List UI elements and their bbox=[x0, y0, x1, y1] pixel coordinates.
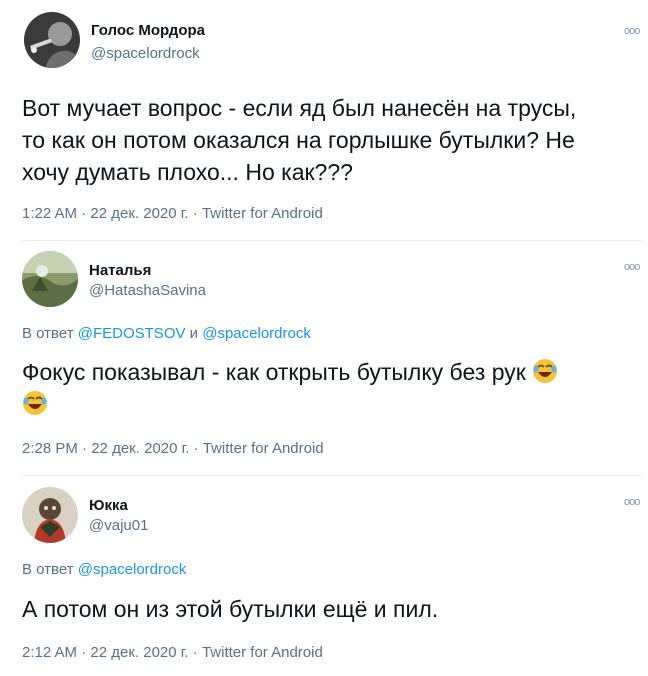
tweet-time[interactable]: 1:22 AM bbox=[22, 205, 77, 222]
tweet-2: Наталья @HatashaSavina ooo В ответ @FEDO… bbox=[0, 240, 648, 475]
meta-dot: · bbox=[193, 440, 199, 457]
tweet-text-line: Вот мучает вопрос - если яд был нанесён … bbox=[22, 95, 577, 121]
more-options-icon[interactable]: ooo bbox=[624, 262, 640, 273]
mention-link[interactable]: @spacelordrock bbox=[202, 325, 311, 342]
reply-prefix: В ответ bbox=[22, 561, 74, 578]
reply-context: В ответ @spacelordrock bbox=[22, 561, 186, 578]
meta-dot: · bbox=[81, 205, 87, 222]
author-name[interactable]: Голос Мордора bbox=[91, 22, 205, 39]
more-options-icon[interactable]: ooo bbox=[624, 497, 640, 508]
tweet-source[interactable]: Twitter for Android bbox=[202, 644, 323, 661]
avatar[interactable] bbox=[22, 251, 78, 307]
meta-dot: · bbox=[82, 440, 88, 457]
tweet-source[interactable]: Twitter for Android bbox=[203, 440, 324, 457]
meta-dot: · bbox=[81, 644, 87, 661]
avatar[interactable] bbox=[24, 12, 80, 68]
tweet-text-line: то как он потом оказался на горлышке бут… bbox=[22, 127, 575, 153]
tweet-date[interactable]: 22 дек. 2020 г. bbox=[91, 440, 189, 457]
mention-link[interactable]: @spacelordrock bbox=[78, 561, 187, 578]
author-handle[interactable]: @HatashaSavina bbox=[89, 282, 206, 299]
tweet-meta: 2:12 AM · 22 дек. 2020 г. · Twitter for … bbox=[22, 644, 323, 661]
tweet-text: Фокус показывал - как открыть бутылку бе… bbox=[22, 356, 632, 420]
tweet-source[interactable]: Twitter for Android bbox=[202, 205, 323, 222]
meta-dot: · bbox=[192, 205, 198, 222]
avatar-image bbox=[22, 251, 78, 307]
rolling-laughing-icon bbox=[533, 359, 558, 383]
author-name[interactable]: Наталья bbox=[89, 262, 151, 279]
tweet-text: А потом он из этой бутылки ещё и пил. bbox=[22, 596, 439, 622]
mention-link[interactable]: @FEDOSTSOV bbox=[78, 325, 186, 342]
author-handle[interactable]: @spacelordrock bbox=[91, 45, 200, 62]
author-handle[interactable]: @vaju01 bbox=[89, 517, 148, 534]
tweet-3: Юкка @vaju01 ooo В ответ @spacelordrock … bbox=[0, 475, 648, 676]
tweet-text: Вот мучает вопрос - если яд был нанесён … bbox=[22, 92, 632, 188]
author-name[interactable]: Юкка bbox=[89, 497, 128, 514]
reply-and: и bbox=[189, 325, 199, 342]
more-options-icon[interactable]: ooo bbox=[624, 26, 640, 37]
tweet-date[interactable]: 22 дек. 2020 г. bbox=[90, 644, 188, 661]
tweet-time[interactable]: 2:28 PM bbox=[22, 440, 78, 457]
avatar[interactable] bbox=[22, 487, 78, 543]
tweet-meta: 1:22 AM · 22 дек. 2020 г. · Twitter for … bbox=[22, 205, 323, 222]
avatar-image bbox=[24, 12, 80, 68]
tweet-text-line: хочу думать плохо... Но как??? bbox=[22, 159, 353, 185]
tweet-text-content: Фокус показывал - как открыть бутылку бе… bbox=[22, 359, 526, 385]
avatar-image bbox=[22, 487, 78, 543]
reply-prefix: В ответ bbox=[22, 325, 74, 342]
tweet-text-line: Фокус показывал - как открыть бутылку бе… bbox=[22, 356, 632, 388]
tweet-meta: 2:28 PM · 22 дек. 2020 г. · Twitter for … bbox=[22, 440, 324, 457]
tweet-1: Голос Мордора @spacelordrock ooo Вот муч… bbox=[0, 0, 648, 240]
tweet-time[interactable]: 2:12 AM bbox=[22, 644, 77, 661]
rolling-laughing-icon bbox=[23, 391, 47, 415]
tweet-text-line bbox=[22, 388, 632, 420]
meta-dot: · bbox=[192, 644, 198, 661]
tweet-date[interactable]: 22 дек. 2020 г. bbox=[90, 205, 188, 222]
reply-context: В ответ @FEDOSTSOV и @spacelordrock bbox=[22, 325, 311, 342]
